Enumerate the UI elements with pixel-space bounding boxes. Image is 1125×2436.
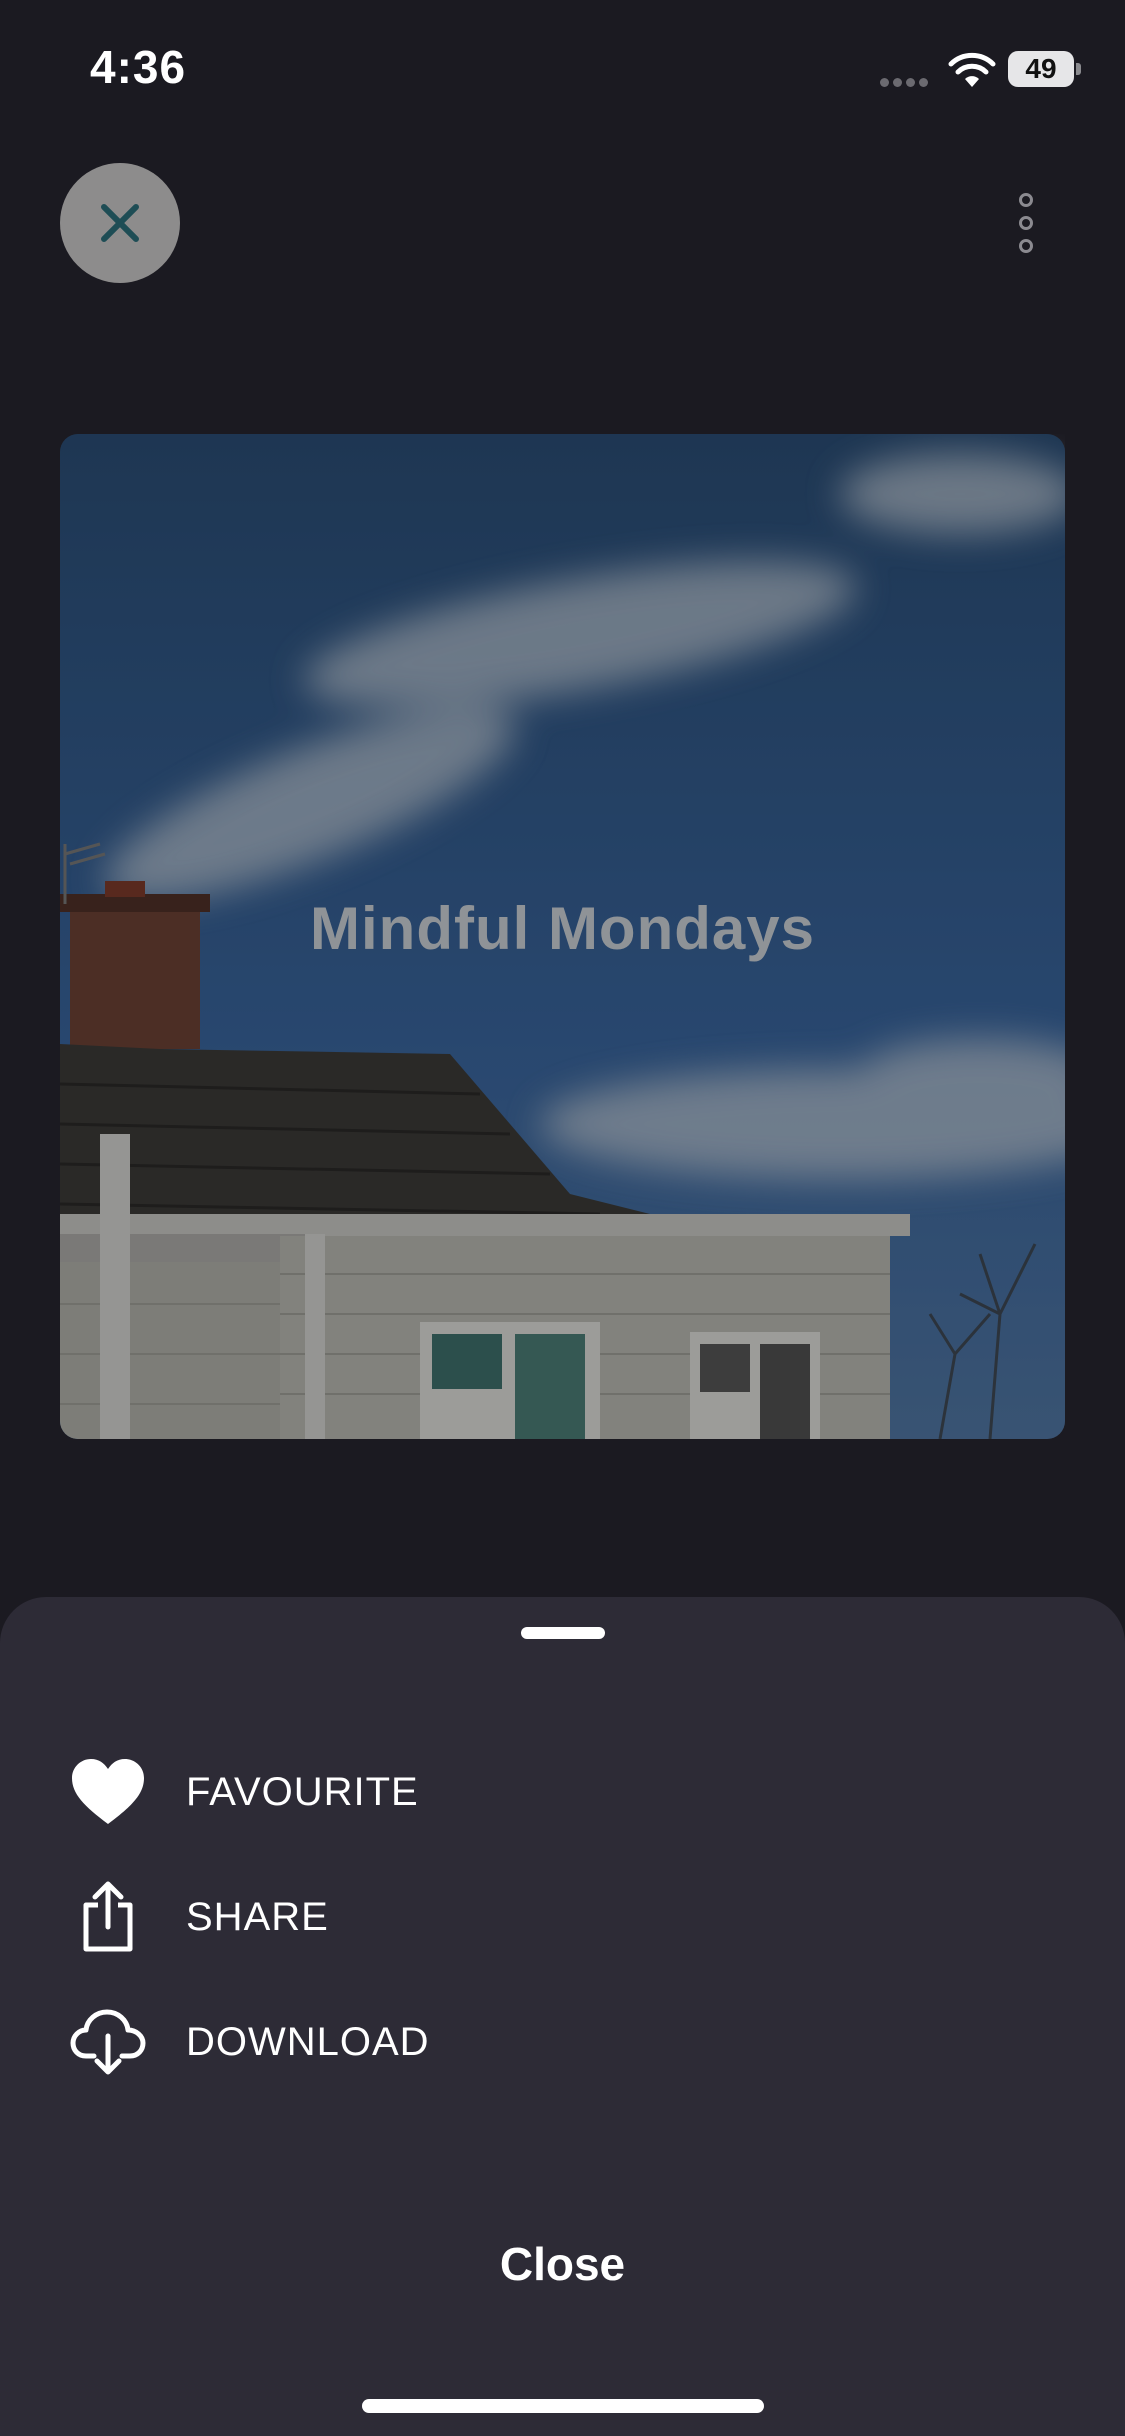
download-button[interactable]: DOWNLOAD: [60, 1992, 760, 2092]
close-player-button[interactable]: [60, 163, 180, 283]
battery-level: 49: [1008, 51, 1074, 87]
close-sheet-button[interactable]: Close: [0, 2237, 1125, 2291]
battery-icon: 49: [1008, 51, 1082, 87]
more-vertical-icon: [1019, 193, 1033, 207]
home-indicator: [362, 2399, 764, 2413]
cloud-download-icon: [70, 2009, 146, 2075]
favourite-button[interactable]: FAVOURITE: [60, 1742, 760, 1842]
close-icon: [101, 204, 139, 242]
action-sheet: FAVOURITE SHARE DOWNLOAD Close: [0, 1597, 1125, 2436]
more-options-button[interactable]: [1000, 180, 1052, 266]
wifi-icon: [948, 52, 996, 87]
artwork-title: Mindful Mondays: [310, 895, 815, 962]
cellular-signal-icon: [880, 74, 934, 87]
download-label: DOWNLOAD: [186, 2019, 430, 2064]
screen: 4:36 49 Mindful Mondays FAVOURITE SHARE …: [0, 0, 1125, 2436]
share-icon: [83, 1881, 133, 1952]
heart-icon: [72, 1759, 144, 1824]
status-bar: 4:36 49: [0, 0, 1125, 140]
sheet-drag-handle[interactable]: [521, 1627, 605, 1639]
artwork-image: Mindful Mondays: [60, 434, 1065, 1439]
status-time: 4:36: [90, 41, 187, 93]
share-button[interactable]: SHARE: [60, 1867, 760, 1967]
favourite-label: FAVOURITE: [186, 1769, 419, 1814]
share-label: SHARE: [186, 1894, 329, 1939]
